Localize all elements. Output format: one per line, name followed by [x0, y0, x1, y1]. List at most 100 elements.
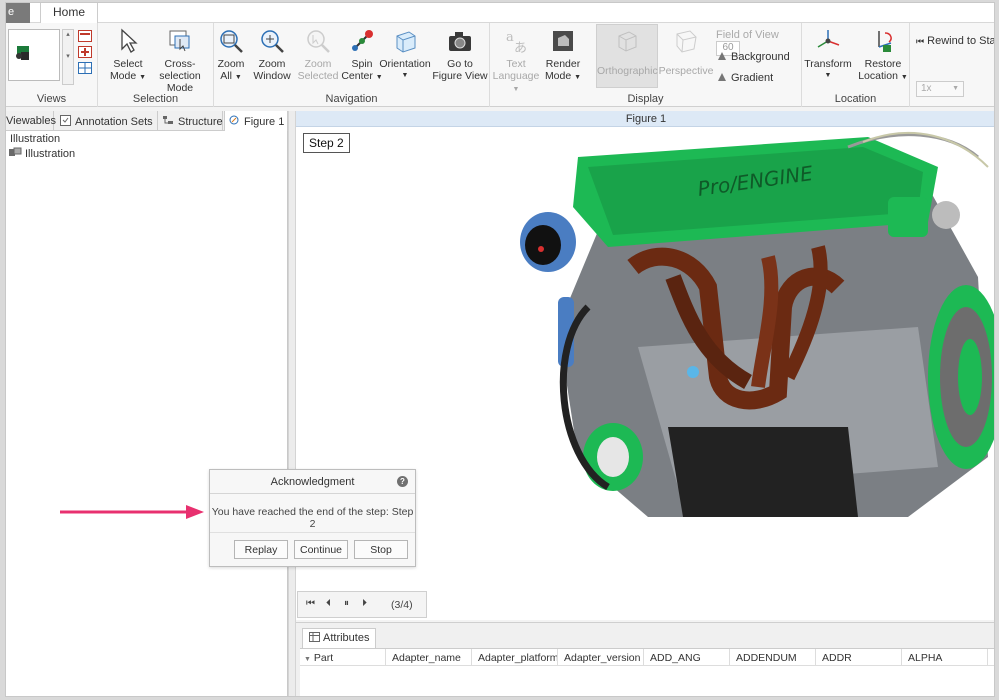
column-header-addendum[interactable]: ADDENDUM [730, 649, 816, 666]
perspective-button[interactable]: Perspective [658, 25, 714, 87]
select-mode-button[interactable]: Select Mode ▼ [100, 25, 156, 87]
zoom-selected-label-1: Zoom [304, 58, 332, 70]
column-header-adapter-name[interactable]: Adapter_name [386, 649, 472, 666]
cross-selection-mode-button[interactable]: Cross-selection Mode [150, 25, 210, 94]
ribbon: ▴ ▾ Views Select Mode ▼ Cross-selection … [6, 23, 994, 107]
orthographic-button[interactable]: Orthographic [596, 24, 658, 88]
playback-speed-value: 1x [921, 83, 932, 94]
step-label: Step 2 [303, 133, 350, 153]
render-mode-label-2: Mode ▼ [544, 70, 582, 82]
group-label-views: Views [36, 93, 67, 105]
tab-structure[interactable]: Structure [159, 111, 223, 131]
tab-figure-1[interactable]: Figure 1 [224, 111, 288, 131]
chevron-down-icon: ▼ [952, 85, 959, 92]
skip-to-start-icon[interactable]: ⏮ [306, 598, 315, 609]
orthographic-label: Orthographic [597, 65, 658, 77]
background-button[interactable]: Background [716, 50, 790, 63]
dialog-divider [210, 532, 415, 533]
continue-button[interactable]: Continue [294, 540, 348, 559]
field-of-view-label: Field of View [716, 29, 779, 41]
text-language-icon: aあ [506, 30, 527, 55]
cross-selection-label-1: Cross-selection [159, 58, 201, 82]
views-add-icon[interactable] [78, 46, 92, 58]
acknowledgment-dialog: Acknowledgment ? You have reached the en… [209, 469, 416, 567]
svg-text:あ: あ [514, 41, 527, 55]
zoom-window-label-2: Window [253, 70, 291, 82]
app-window: e Home ▴ ▾ Views Select Mode ▼ Cross-sel… [5, 2, 995, 697]
attributes-panel: Attributes ▼ Part Adapter_name Adapter_p… [296, 622, 994, 696]
sort-caret-icon: ▼ [304, 656, 311, 663]
gradient-button[interactable]: Gradient [716, 71, 773, 84]
transform-label: Transform [804, 58, 852, 70]
column-header-adapter-version[interactable]: Adapter_version [558, 649, 644, 666]
column-header-part[interactable]: ▼ Part [300, 649, 386, 666]
panel-splitter[interactable] [288, 111, 296, 696]
text-language-button[interactable]: aあ Text Language ▼ [490, 25, 542, 93]
zoom-window-icon [261, 30, 284, 53]
replay-button[interactable]: Replay [234, 540, 288, 559]
views-scroll[interactable]: ▴ ▾ [62, 29, 74, 85]
background-label: Background [731, 51, 790, 63]
zoom-all-label-2: All ▼ [220, 70, 242, 82]
column-header-addr[interactable]: ADDR [816, 649, 902, 666]
column-header-adapter-platform[interactable]: Adapter_platform [472, 649, 558, 666]
zoom-selected-label-2: Selected [297, 70, 339, 82]
figure-tree-panel: Illustration Illustration [6, 131, 288, 696]
step-back-icon[interactable]: ⏴ [326, 598, 331, 609]
render-mode-label-1: Render [545, 58, 581, 70]
column-header-b[interactable]: B [988, 649, 994, 666]
zoom-selected-button[interactable]: Zoom Selected [294, 25, 342, 87]
playback-speed-select[interactable]: 1x ▼ [916, 81, 964, 97]
transform-icon [817, 30, 840, 48]
stop-button[interactable]: Stop [354, 540, 408, 559]
zoom-window-button[interactable]: Zoom Window [248, 25, 296, 87]
step-forward-icon[interactable]: ⏵ [362, 598, 367, 609]
perspective-cube-icon [676, 30, 697, 53]
transform-button[interactable]: Transform ▼ [802, 25, 854, 87]
help-icon[interactable]: ? [397, 476, 408, 487]
structure-icon [163, 116, 173, 124]
group-selection: Select Mode ▼ Cross-selection Mode Selec… [98, 23, 214, 107]
file-tab[interactable]: e [6, 3, 30, 23]
go-to-figure-view-button[interactable]: Go to Figure View [430, 25, 490, 87]
group-label-selection: Selection [132, 93, 179, 105]
views-list-icon[interactable] [78, 30, 92, 42]
group-label-display: Display [627, 93, 664, 105]
column-header-add-ang[interactable]: ADD_ANG [644, 649, 730, 666]
tree-item-illustration[interactable]: Illustration [8, 147, 75, 160]
orientation-caret: ▼ [401, 72, 409, 79]
tree-item-label: Illustration [25, 148, 76, 160]
engine-model[interactable]: Pro/ENGINE [518, 127, 995, 527]
figure-icon [229, 115, 239, 125]
group-views: ▴ ▾ Views [6, 23, 98, 107]
tab-home[interactable]: Home [40, 3, 98, 23]
rewind-to-start-button[interactable]: ⏮ Rewind to Start [916, 35, 994, 47]
tab-attributes[interactable]: Attributes [302, 628, 377, 648]
restore-location-button[interactable]: Restore Location ▼ [856, 25, 910, 87]
rewind-icon: ⏮ [916, 36, 925, 46]
playback-controls: ⏮ ⏴ ⏸ ⏵ (3/4) [297, 591, 427, 618]
svg-text:a: a [506, 30, 514, 45]
annotation-arrow [60, 505, 204, 519]
render-mode-icon [553, 31, 573, 51]
restore-location-label-1: Restore [864, 58, 902, 70]
restore-location-label-2: Location ▼ [858, 70, 908, 82]
column-header-alpha[interactable]: ALPHA [902, 649, 988, 666]
dialog-title: Acknowledgment [210, 470, 415, 494]
tab-annotation-sets[interactable]: Annotation Sets [56, 111, 158, 131]
zoom-all-button[interactable]: Zoom All ▼ [214, 25, 248, 87]
illustration-icon [9, 147, 22, 156]
gradient-icon [718, 73, 726, 81]
restore-location-icon [878, 31, 892, 52]
render-mode-button[interactable]: Render Mode ▼ [538, 25, 588, 87]
tree-root-illustration[interactable]: Illustration [10, 133, 60, 145]
orientation-button[interactable]: Orientation ▼ [374, 25, 436, 87]
text-language-label-1: Text [506, 58, 526, 70]
view-thumbnail[interactable] [8, 29, 60, 81]
pause-icon[interactable]: ⏸ [344, 598, 349, 609]
orthographic-cube-icon [618, 31, 637, 52]
annotation-icon [60, 115, 71, 126]
views-grid-icon[interactable] [78, 62, 92, 74]
attributes-table: ▼ Part Adapter_name Adapter_platform Ada… [300, 648, 994, 696]
tab-viewables[interactable]: Viewables [6, 111, 56, 131]
